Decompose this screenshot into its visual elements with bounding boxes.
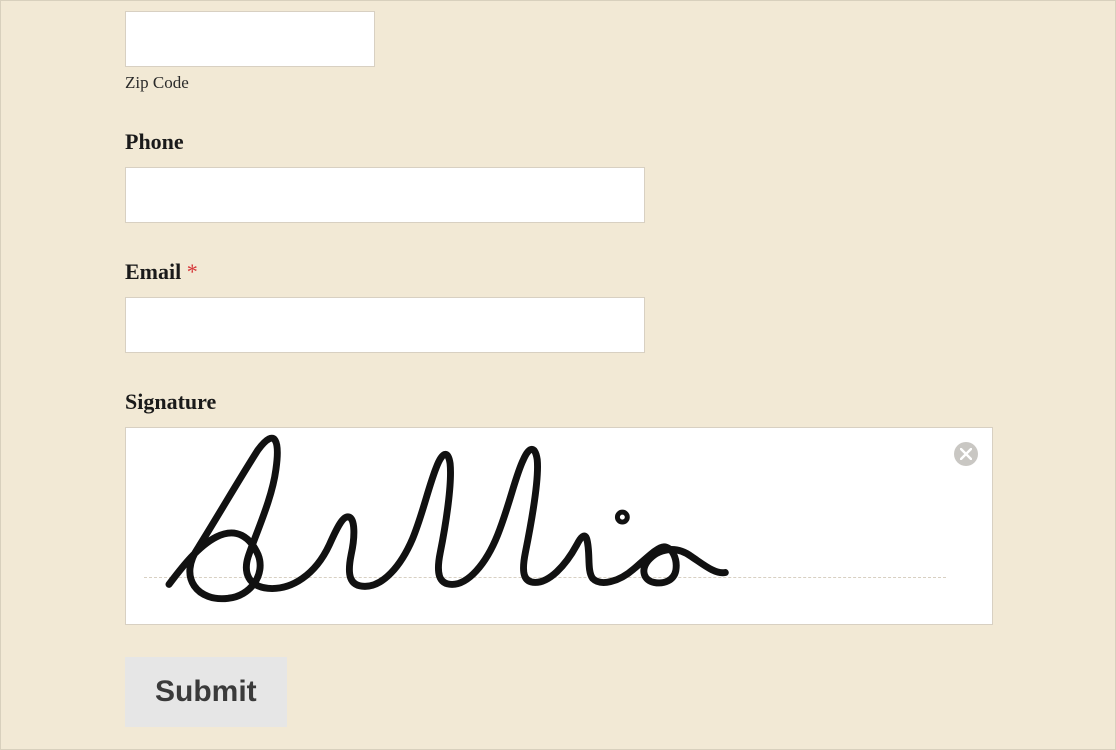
phone-field: Phone bbox=[125, 129, 991, 223]
submit-row: Submit bbox=[125, 657, 991, 727]
phone-label: Phone bbox=[125, 129, 991, 155]
email-label: Email bbox=[125, 259, 181, 284]
clear-signature-button[interactable] bbox=[954, 442, 978, 466]
email-input[interactable] bbox=[125, 297, 645, 353]
phone-input[interactable] bbox=[125, 167, 645, 223]
signature-label: Signature bbox=[125, 389, 991, 415]
signature-pad[interactable] bbox=[125, 427, 993, 625]
close-icon bbox=[960, 448, 972, 460]
form-container: Zip Code Phone Email * Signature bbox=[1, 1, 1115, 727]
required-mark: * bbox=[187, 259, 198, 284]
zip-field: Zip Code bbox=[125, 11, 991, 93]
zip-sublabel: Zip Code bbox=[125, 73, 991, 93]
email-field: Email * bbox=[125, 259, 991, 353]
email-label-wrap: Email * bbox=[125, 259, 991, 285]
signature-baseline bbox=[144, 577, 946, 578]
signature-field: Signature bbox=[125, 389, 991, 625]
zip-input[interactable] bbox=[125, 11, 375, 67]
submit-button[interactable]: Submit bbox=[125, 657, 287, 727]
signature-stroke bbox=[126, 428, 992, 624]
